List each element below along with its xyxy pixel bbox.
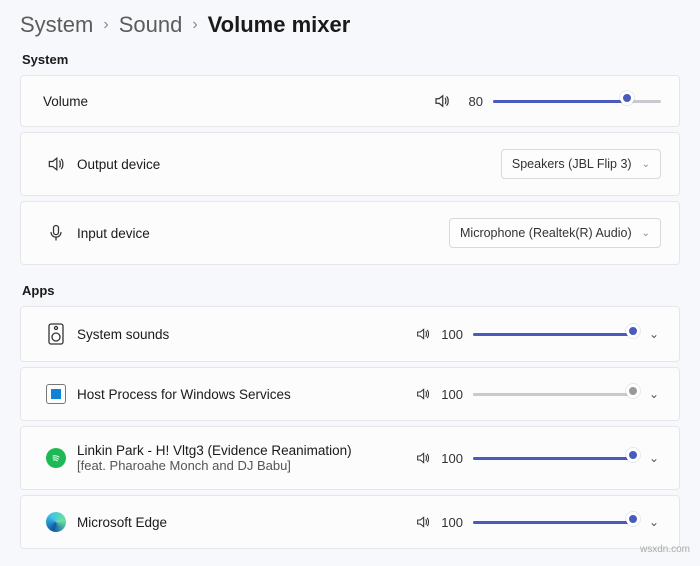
chevron-down-icon: ⌄ [642,159,650,170]
volume-slider[interactable] [493,95,661,107]
watermark: wsxdn.com [640,544,690,555]
output-device-label: Output device [73,157,501,172]
input-device-label: Input device [73,226,449,241]
app-volume-value: 100 [441,327,463,342]
spotify-icon [39,448,73,468]
section-label-apps: Apps [22,283,678,298]
host-process-icon [39,384,73,404]
input-device-value: Microphone (Realtek(R) Audio) [460,226,632,240]
app-volume-value: 100 [441,515,463,530]
volume-icon[interactable] [415,386,431,402]
volume-icon[interactable] [415,450,431,466]
expand-button[interactable]: ⌄ [647,515,661,529]
volume-label: Volume [39,94,433,109]
app-label: System sounds [73,327,415,342]
chevron-right-icon: › [192,16,197,34]
app-label: Microsoft Edge [73,515,415,530]
app-row-edge: Microsoft Edge 100 ⌄ [20,495,680,549]
app-volume-value: 100 [441,451,463,466]
app-row-host-process: Host Process for Windows Services 100 ⌄ [20,367,680,421]
volume-icon[interactable] [433,92,451,110]
speaker-icon [39,154,73,174]
app-row-system-sounds: System sounds 100 ⌄ [20,306,680,362]
chevron-right-icon: › [103,16,108,34]
app-volume-slider[interactable] [473,516,633,528]
section-label-system: System [22,52,678,67]
breadcrumb-system[interactable]: System [20,12,93,38]
app-volume-slider[interactable] [473,388,633,400]
volume-icon[interactable] [415,514,431,530]
expand-button[interactable]: ⌄ [647,451,661,465]
chevron-down-icon: ⌄ [642,228,650,239]
breadcrumb: System › Sound › Volume mixer [20,12,680,38]
microphone-icon [39,223,73,243]
app-row-spotify: Linkin Park - H! Vltg3 (Evidence Reanima… [20,426,680,490]
input-device-card: Input device Microphone (Realtek(R) Audi… [20,201,680,265]
app-volume-slider[interactable] [473,452,633,464]
breadcrumb-current: Volume mixer [208,12,351,38]
app-label: Host Process for Windows Services [73,387,415,402]
volume-card: Volume 80 [20,75,680,127]
app-label: Linkin Park - H! Vltg3 (Evidence Reanima… [73,443,415,473]
volume-value: 80 [461,94,483,109]
output-device-value: Speakers (JBL Flip 3) [512,157,632,171]
output-device-select[interactable]: Speakers (JBL Flip 3) ⌄ [501,149,661,179]
output-device-card: Output device Speakers (JBL Flip 3) ⌄ [20,132,680,196]
volume-icon[interactable] [415,326,431,342]
expand-button[interactable]: ⌄ [647,327,661,341]
edge-icon [39,512,73,532]
breadcrumb-sound[interactable]: Sound [119,12,183,38]
app-volume-value: 100 [441,387,463,402]
speaker-device-icon [39,323,73,345]
input-device-select[interactable]: Microphone (Realtek(R) Audio) ⌄ [449,218,661,248]
app-volume-slider[interactable] [473,328,633,340]
expand-button[interactable]: ⌄ [647,387,661,401]
